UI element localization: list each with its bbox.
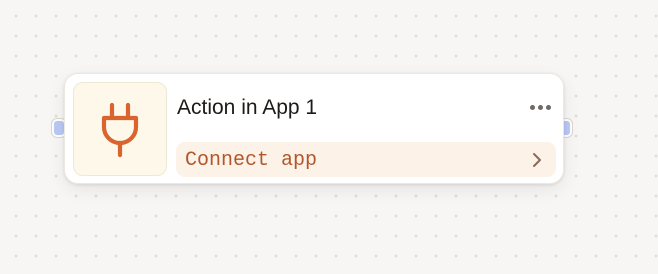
app-icon-container — [73, 82, 167, 176]
plug-icon — [101, 102, 139, 158]
more-horizontal-icon — [529, 104, 535, 110]
node-title: Action in App 1 — [177, 96, 318, 119]
action-node-card[interactable]: Action in App 1 Connect app — [64, 73, 564, 184]
more-options-button[interactable] — [525, 98, 555, 116]
connect-app-label: Connect app — [185, 149, 318, 172]
connect-app-button[interactable]: Connect app — [176, 142, 556, 177]
chevron-right-icon — [533, 153, 541, 167]
workflow-canvas[interactable]: Action in App 1 Connect app — [0, 0, 658, 274]
